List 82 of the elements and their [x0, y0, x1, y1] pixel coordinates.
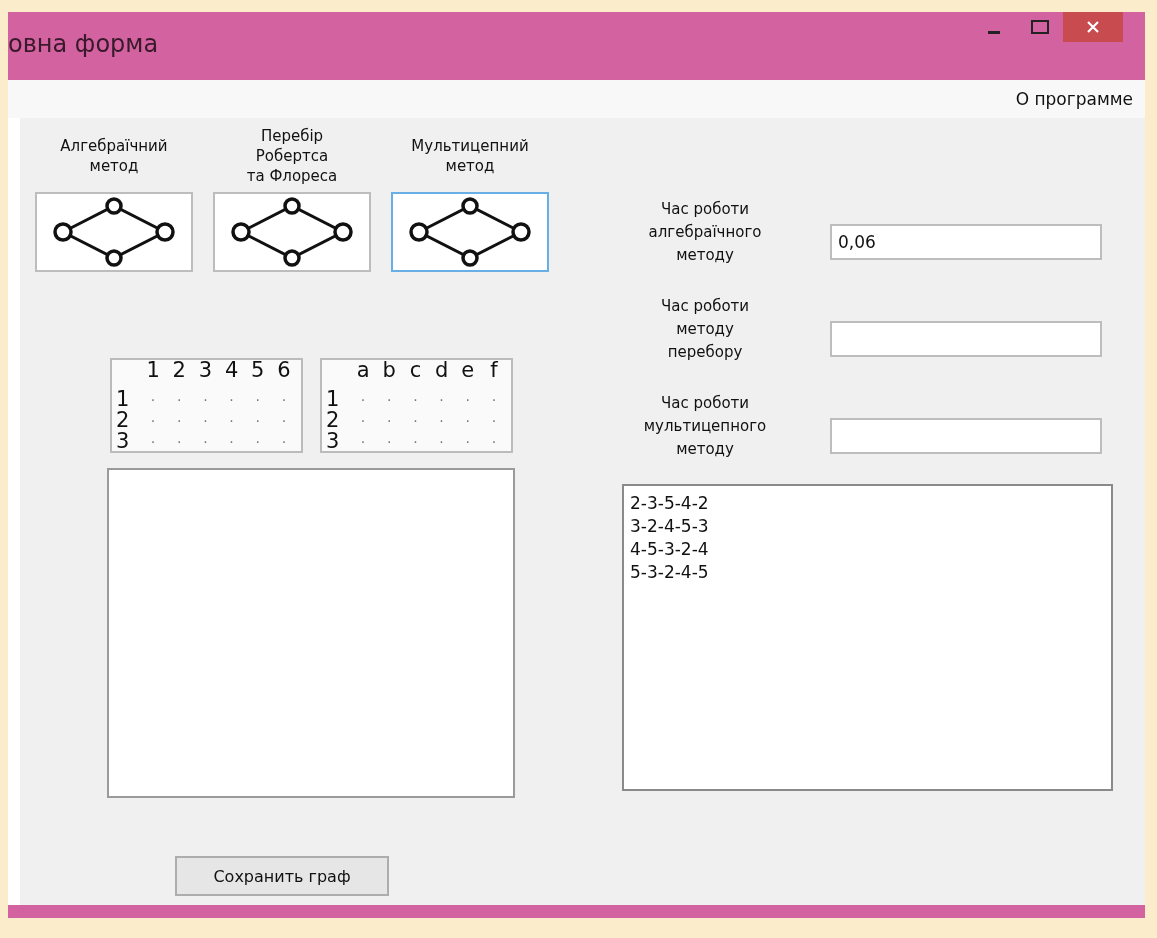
matrix-cell-text: .	[490, 389, 498, 406]
results-list[interactable]: 2-3-5-4-2 3-2-4-5-3 4-5-3-2-4 5-3-2-4-5	[622, 484, 1113, 791]
matrix-cell-text: .	[386, 389, 393, 406]
matrix-cell-text: .	[176, 431, 183, 448]
save-graph-button[interactable]: Сохранить граф	[175, 856, 389, 896]
column-header: e	[460, 360, 476, 384]
column-header: f	[489, 360, 499, 384]
graph-text-area[interactable]	[107, 468, 515, 798]
list-item[interactable]: 2-3-5-4-2	[630, 492, 709, 515]
matrix-cell-text: .	[228, 389, 235, 406]
method-button[interactable]	[35, 192, 193, 272]
matrix-cell-text: .	[359, 410, 367, 427]
close-icon	[1086, 20, 1100, 34]
graph-icon	[407, 197, 533, 267]
matrix-cell-text: .	[412, 389, 419, 406]
time-field[interactable]: 0,06	[830, 223, 1102, 260]
matrix-cell-text: .	[412, 410, 419, 427]
column-header: 4	[223, 360, 240, 384]
method-label: Алгебраїчний метод	[60, 136, 168, 176]
matrix-cell-text: .	[149, 389, 157, 406]
matrix-cell-text: .	[412, 431, 419, 448]
matrix-cell-text: .	[359, 389, 367, 406]
column-header: 2	[171, 360, 187, 384]
matrix-cell-text: .	[149, 410, 157, 427]
row-header: 1	[326, 389, 341, 410]
matrix-cell-text: .	[228, 410, 235, 427]
matrix-cell-text: .	[202, 410, 209, 427]
time-field[interactable]	[830, 417, 1102, 454]
method-button[interactable]	[213, 192, 371, 272]
method-button[interactable]	[391, 192, 549, 272]
column-header: 1	[145, 360, 161, 384]
column-header: d	[433, 360, 450, 384]
maximize-icon	[1031, 20, 1049, 34]
matrix-cell-text: .	[149, 431, 157, 448]
row-header: 3	[116, 431, 131, 452]
time-label: Час роботи методу перебору	[659, 296, 751, 363]
matrix-cell-text: .	[464, 389, 471, 406]
graph-icon	[229, 197, 355, 267]
row-header: 3	[326, 431, 341, 452]
column-header: c	[408, 360, 423, 384]
matrix-cell-text: .	[176, 389, 183, 406]
graph-icon	[51, 197, 177, 267]
method-label: Мультицепний метод	[411, 136, 529, 176]
window-title: овна форма	[8, 30, 159, 58]
matrix-cell-text: .	[280, 389, 288, 406]
time-field[interactable]	[830, 320, 1102, 357]
column-header: 6	[276, 360, 292, 384]
matrix-cell-text: .	[464, 431, 471, 448]
row-header: 2	[116, 410, 131, 431]
list-item[interactable]: 5-3-2-4-5	[630, 561, 709, 584]
matrix-cell-text: .	[490, 431, 498, 448]
matrix-cell-text: .	[386, 431, 393, 448]
matrix-cell-text: .	[176, 410, 183, 427]
menu-item[interactable]: О программе	[1003, 85, 1145, 113]
time-label: Час роботи алгебраїчного методу	[647, 199, 763, 266]
matrix-cell-text: .	[202, 431, 209, 448]
column-header: a	[355, 360, 371, 384]
matrix-cell-text: .	[438, 410, 445, 427]
matrix-cell-text: .	[228, 431, 235, 448]
matrix-cell-text: .	[386, 410, 393, 427]
matrix-cell-text: .	[254, 389, 261, 406]
matrix-cell-text: .	[254, 410, 261, 427]
column-header: 3	[197, 360, 214, 384]
matrix-cell-text: .	[438, 431, 445, 448]
matrix-cell-text: .	[280, 410, 288, 427]
list-item[interactable]: 3-2-4-5-3	[630, 515, 709, 538]
time-label: Час роботи мультицепного методу	[642, 393, 768, 460]
matrix-cell-text: .	[359, 431, 367, 448]
row-header: 1	[116, 389, 131, 410]
matrix-cell-text: .	[464, 410, 471, 427]
matrix-cell-text: .	[202, 389, 209, 406]
matrix-cell-text: .	[254, 431, 261, 448]
matrix-cell-text: .	[280, 431, 288, 448]
method-label: Перебір Робертса та Флореса	[246, 126, 338, 186]
matrix-cell-text: .	[438, 389, 445, 406]
matrix-cell-text: .	[490, 410, 498, 427]
close-button[interactable]	[1063, 12, 1123, 42]
minimize-icon	[988, 30, 1000, 34]
list-item[interactable]: 4-5-3-2-4	[630, 538, 709, 561]
column-header: 5	[250, 360, 266, 384]
row-header: 2	[326, 410, 341, 431]
column-header: b	[381, 360, 397, 384]
